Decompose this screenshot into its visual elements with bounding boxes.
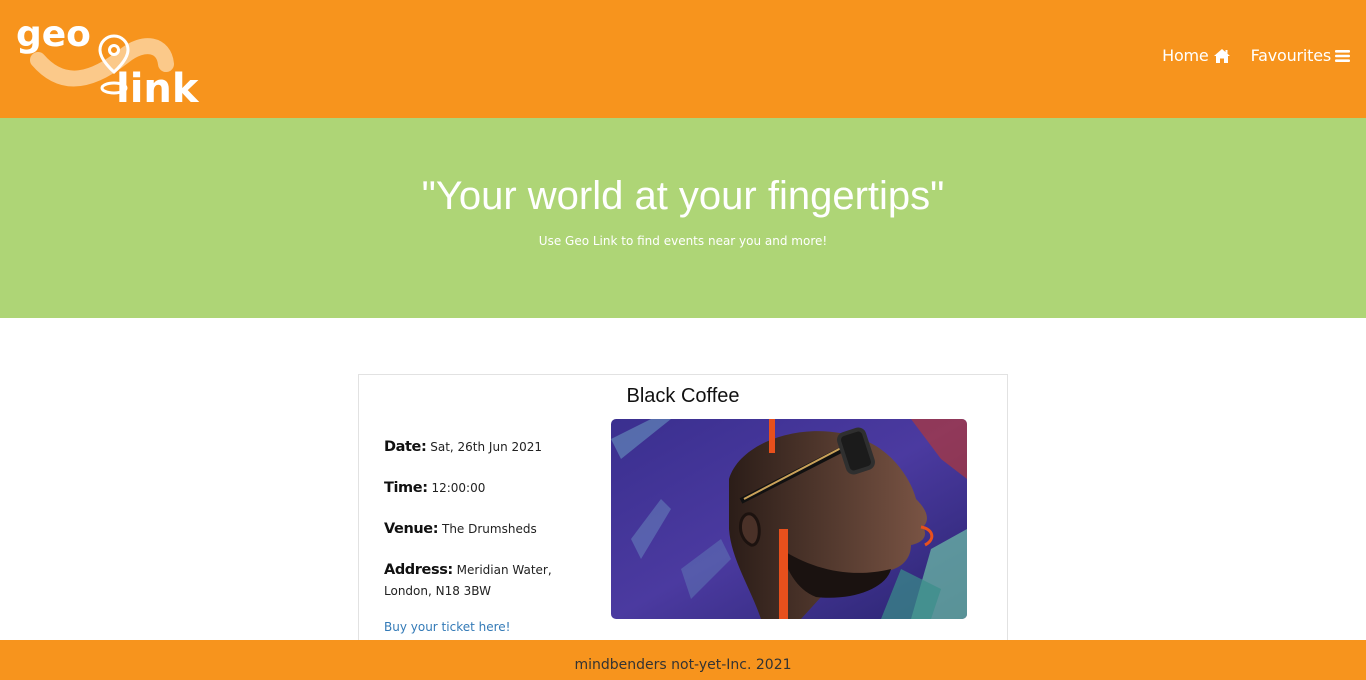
event-details: Date: Sat, 26th Jun 2021 Time: 12:00:00 …: [384, 437, 599, 622]
svg-text:geo: geo: [16, 14, 91, 55]
date-label: Date:: [384, 439, 427, 455]
svg-text:link: link: [116, 66, 200, 110]
event-time: Time: 12:00:00: [384, 478, 599, 499]
home-icon: [1213, 48, 1230, 63]
site-footer: mindbenders not-yet-Inc. 2021: [0, 640, 1366, 680]
footer-text: mindbenders not-yet-Inc. 2021: [574, 657, 792, 673]
nav-home-label: Home: [1162, 46, 1209, 65]
event-artist-image: [611, 419, 967, 619]
menu-icon: [1335, 49, 1350, 62]
date-value: Sat, 26th Jun 2021: [430, 440, 543, 454]
main-nav: Home Favourites: [1162, 46, 1350, 65]
event-date: Date: Sat, 26th Jun 2021: [384, 437, 599, 458]
venue-label: Venue:: [384, 521, 439, 537]
geo-link-logo[interactable]: geo link: [14, 10, 214, 110]
event-address: Address: Meridian Water, London, N18 3BW: [384, 560, 599, 602]
hero-title: "Your world at your fingertips": [421, 174, 945, 218]
hero-banner: "Your world at your fingertips" Use Geo …: [0, 118, 1366, 318]
buy-ticket-link[interactable]: Buy your ticket here!: [384, 620, 510, 634]
time-value: 12:00:00: [431, 481, 486, 495]
event-card: Black Coffee Date: Sat, 26th Jun 2021 Ti…: [358, 374, 1008, 664]
nav-favourites-label: Favourites: [1250, 46, 1332, 65]
time-label: Time:: [384, 480, 428, 496]
nav-favourites-link[interactable]: Favourites: [1251, 46, 1350, 65]
logo-graphic: geo link: [16, 14, 200, 110]
hero-subtitle: Use Geo Link to find events near you and…: [538, 234, 828, 248]
artist-portrait-illustration: [611, 419, 967, 619]
address-label: Address:: [384, 562, 453, 578]
nav-home-link[interactable]: Home: [1162, 46, 1230, 65]
venue-value: The Drumsheds: [441, 522, 537, 536]
site-header: geo link Home Favourites: [0, 0, 1366, 118]
event-title: Black Coffee: [626, 385, 740, 407]
event-venue: Venue: The Drumsheds: [384, 519, 599, 540]
